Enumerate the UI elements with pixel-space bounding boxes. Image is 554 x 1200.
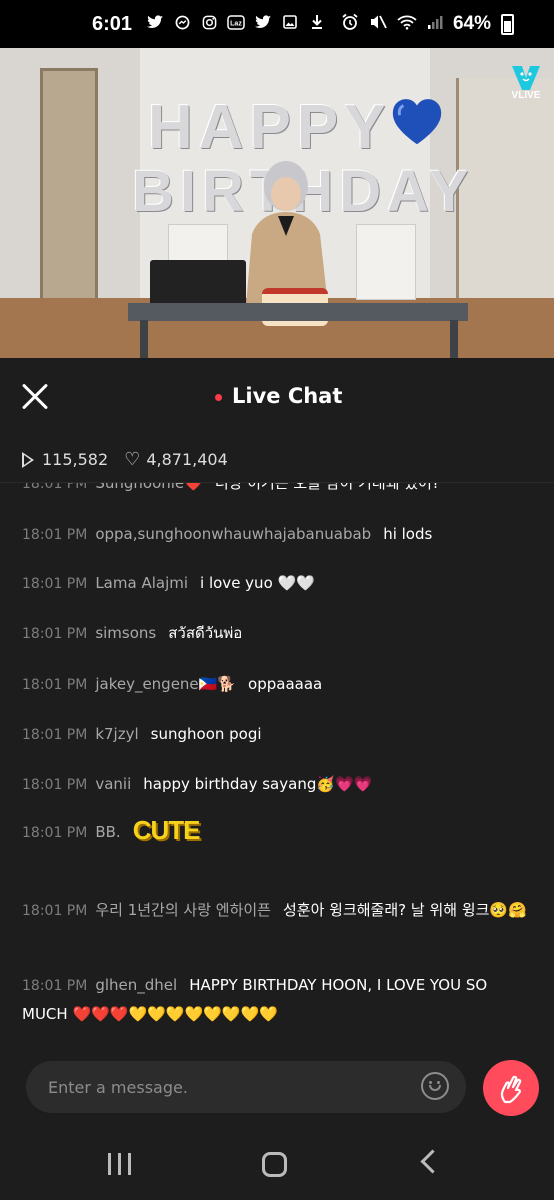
live-chat-panel: Live Chat 115,582 ♡ 4,871,404 18:01 PM Su… (0, 358, 554, 1043)
live-video[interactable]: HAPPY BIRTHDAY VLIVE (0, 48, 554, 358)
message-text: 성훈아 윙크해줄래? 날 위해 윙크🥺🤗 (282, 901, 527, 919)
message-time: 18:01 PM (22, 777, 88, 793)
message-time: 18:01 PM (22, 978, 88, 994)
table (128, 303, 468, 321)
person-figure (246, 161, 328, 306)
twitter-icon (254, 15, 272, 33)
signal-icon (427, 14, 443, 35)
message-username[interactable]: oppa,sunghoonwhauwhajabanuabab (95, 525, 371, 543)
message-time: 18:01 PM (22, 576, 88, 592)
finger-heart-button[interactable] (483, 1060, 539, 1116)
mute-icon (369, 14, 387, 35)
status-bar: 6:01 Laz 64% (0, 0, 554, 48)
message-username[interactable]: glhen_dhel (95, 976, 177, 994)
chat-header: Live Chat (0, 358, 554, 436)
message-username[interactable]: 우리 1년간의 사랑 엔하이픈 (95, 901, 271, 919)
message-time: 18:01 PM (22, 727, 88, 743)
chat-title: Live Chat (232, 384, 343, 408)
recent-apps-button[interactable] (108, 1153, 132, 1175)
chat-message: 18:01 PM 우리 1년간의 사랑 엔하이픈 성훈아 윙크해줄래? 날 위해 윙… (22, 896, 532, 925)
message-time: 18:01 PM (22, 626, 88, 642)
message-text: hi lods (383, 525, 433, 543)
chat-message: 18:01 PM simsons สวัสดีวันพ่อ (22, 619, 532, 648)
battery-icon (501, 13, 514, 35)
gallery-icon (281, 15, 299, 33)
back-button[interactable] (420, 1149, 445, 1174)
message-username[interactable]: BB. (95, 823, 120, 841)
close-chat-button[interactable] (20, 382, 50, 412)
message-text: i love yuo 🤍🤍 (200, 574, 315, 592)
chat-message: 18:01 PM Lama Alajmi i love yuo 🤍🤍 (22, 569, 532, 598)
message-time: 18:01 PM (22, 483, 88, 492)
message-username[interactable]: Sunghoonie❤️ (95, 483, 203, 492)
heart-balloon (392, 99, 442, 145)
battery-percent: 64% (452, 13, 491, 34)
alarm-icon (341, 13, 359, 36)
status-right-group: 64% (341, 13, 514, 36)
message-text: 너랑 이거는 오늘 밤이 기대돼 있어? (214, 483, 440, 492)
photo-poster-right (356, 224, 416, 300)
message-text: sunghoon pogi (150, 725, 262, 743)
status-time: 6:01 (92, 12, 133, 35)
message-time: 18:01 PM (22, 677, 88, 693)
chat-message: 18:01 PM glhen_dhel HAPPY BIRTHDAY HOON, I… (22, 971, 532, 1028)
svg-text:Laz: Laz (230, 20, 242, 27)
notification-icons: Laz (146, 14, 326, 34)
like-count: 4,871,404 (146, 450, 228, 469)
chat-message: 18:01 PM vanii happy birthday sayang🥳💗💗 (22, 770, 532, 799)
emoji-button[interactable] (421, 1072, 449, 1100)
message-composer (0, 1043, 554, 1129)
video-stats: 115,582 ♡ 4,871,404 (22, 449, 228, 470)
chat-message-sticker: 18:01 PM BB. CUTE (22, 815, 532, 847)
heart-icon: ♡ (124, 449, 141, 470)
chat-message: 18:01 PM jakey_engene🇵🇭🐕 oppaaaaa (22, 670, 532, 699)
balloon-letters-happy: HAPPY (148, 93, 392, 162)
message-text: happy birthday sayang🥳💗💗 (143, 775, 373, 793)
twitter-icon (146, 15, 164, 33)
message-input[interactable] (26, 1061, 466, 1113)
live-indicator-dot (215, 394, 222, 401)
finger-heart-icon (500, 1075, 522, 1104)
message-username[interactable]: simsons (95, 624, 156, 642)
message-time: 18:01 PM (22, 527, 88, 543)
chat-message-list[interactable]: 18:01 PM Sunghoonie❤️ 너랑 이거는 오늘 밤이 기대돼 있어?… (0, 483, 554, 1043)
table-leg (140, 320, 148, 358)
message-text: HAPPY BIRTHDAY HOON, I LOVE YOU SO MUCH … (22, 976, 488, 1023)
chat-message: 18:01 PM oppa,sunghoonwhauwhajabanuabab hi… (22, 520, 532, 549)
android-nav-bar (0, 1129, 554, 1200)
home-button[interactable] (262, 1152, 287, 1177)
lazada-icon: Laz (227, 14, 245, 34)
chat-message: 18:01 PM Sunghoonie❤️ 너랑 이거는 오늘 밤이 기대돼 있어? (22, 483, 532, 498)
table-leg (450, 320, 458, 358)
message-time: 18:01 PM (22, 903, 88, 919)
play-count-icon (22, 451, 34, 468)
instagram-icon (200, 15, 218, 34)
message-time: 18:01 PM (22, 825, 88, 841)
message-username[interactable]: jakey_engene🇵🇭🐕 (95, 675, 236, 693)
message-text: oppaaaaa (248, 675, 323, 693)
message-username[interactable]: Lama Alajmi (95, 574, 188, 592)
message-text: สวัสดีวันพ่อ (168, 624, 243, 642)
cute-sticker: CUTE (132, 815, 201, 845)
view-count: 115,582 (42, 450, 109, 469)
vlive-logo-text: VLIVE (511, 90, 541, 101)
download-icon (308, 14, 326, 34)
messenger-icon (173, 15, 191, 34)
message-username[interactable]: k7jzyl (95, 725, 138, 743)
wifi-icon (397, 14, 417, 35)
message-username[interactable]: vanii (95, 775, 131, 793)
chat-message: 18:01 PM k7jzyl sunghoon pogi (22, 720, 532, 749)
